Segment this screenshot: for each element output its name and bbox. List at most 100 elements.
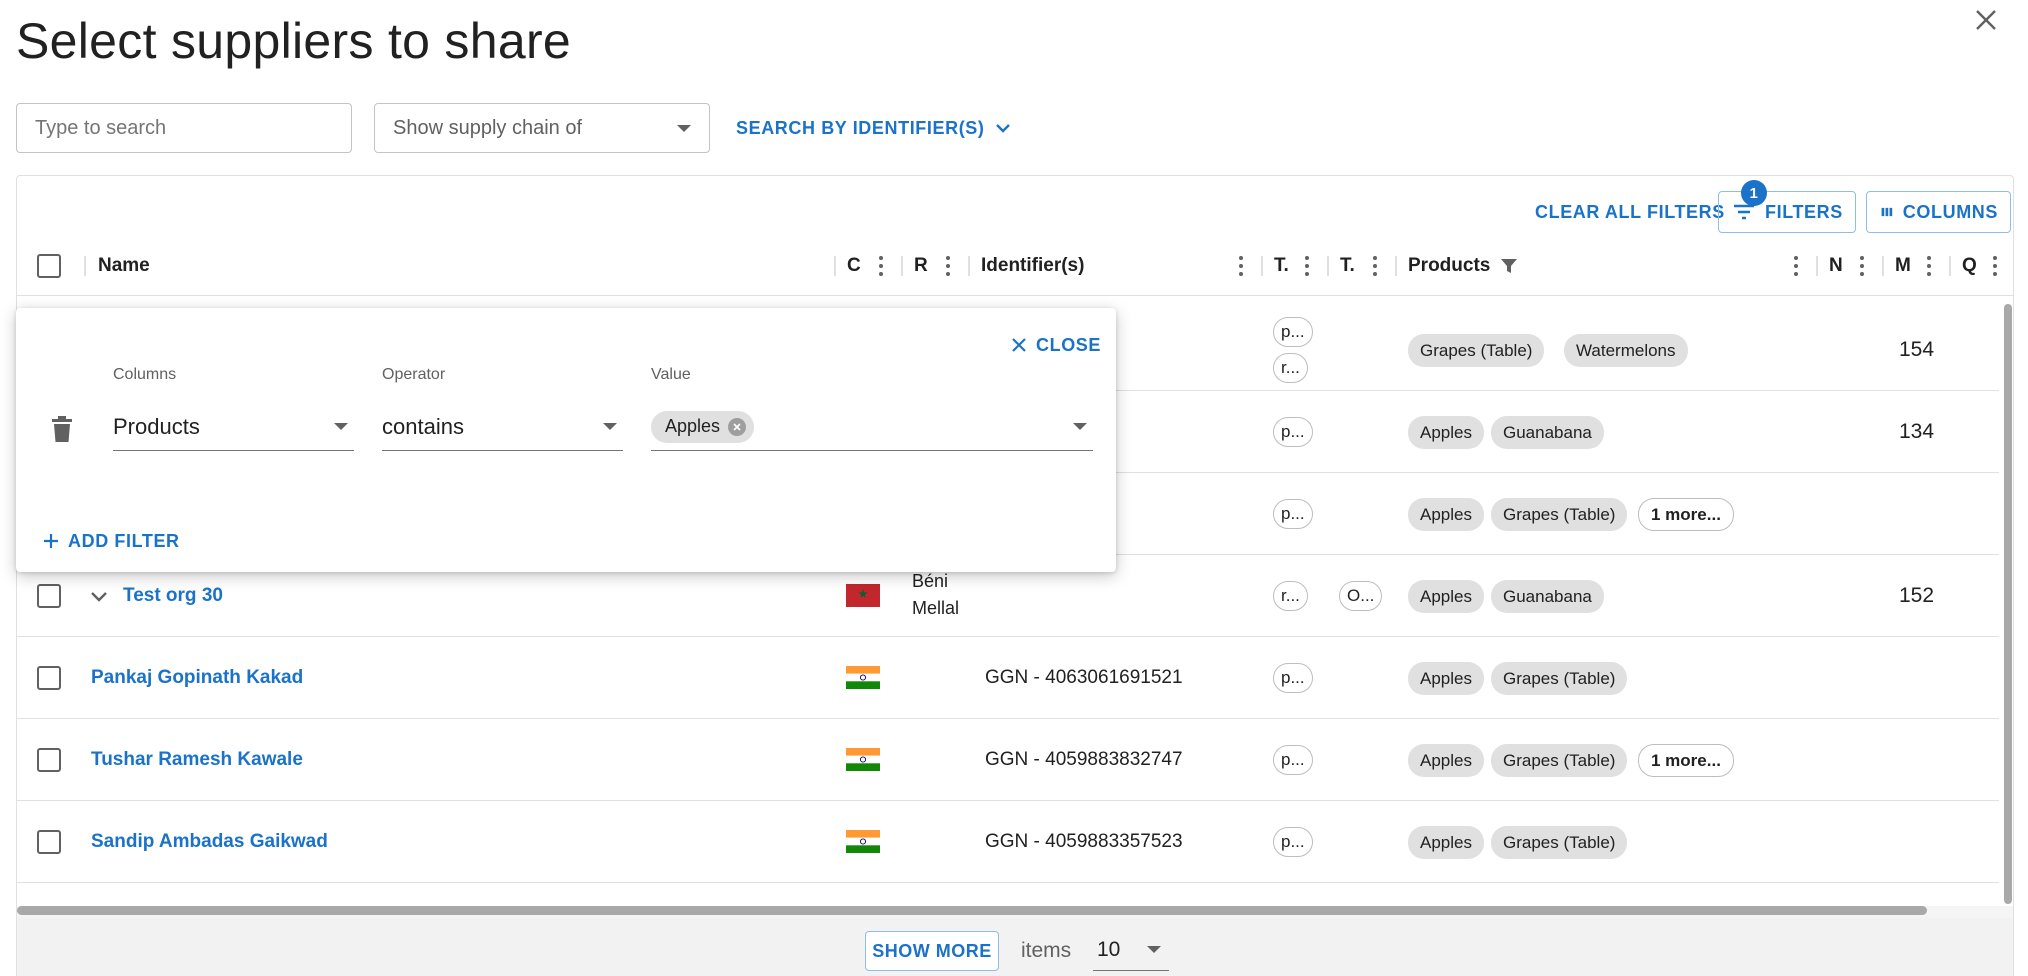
product-chip: Grapes (Table)	[1491, 744, 1628, 777]
delete-filter-icon[interactable]	[50, 416, 74, 442]
show-more-button[interactable]: SHOW MORE	[865, 931, 999, 971]
region-cell: Béni Mellal	[912, 571, 960, 618]
filter-column-select[interactable]: Products	[113, 403, 354, 451]
column-separator[interactable]	[84, 256, 86, 276]
select-all-checkbox[interactable]	[37, 254, 61, 278]
type-pill[interactable]: p...	[1273, 499, 1313, 529]
product-chip: Grapes (Table)	[1491, 826, 1628, 859]
search-by-identifier-button[interactable]: SEARCH BY IDENTIFIER(S)	[736, 103, 1011, 153]
column-separator[interactable]	[1882, 256, 1884, 276]
column-menu-icon[interactable]	[1302, 254, 1312, 278]
column-menu-icon[interactable]	[1236, 254, 1246, 278]
product-chip: Apples	[1408, 498, 1484, 531]
filter-column-value: Products	[113, 413, 200, 439]
column-menu-icon[interactable]	[1990, 254, 2000, 278]
table-row[interactable]: Tushar Ramesh Kawale GGN - 4059883832747…	[17, 719, 1999, 801]
items-per-page-label: items	[1021, 939, 1072, 962]
product-chip: Guanabana	[1491, 416, 1604, 449]
column-separator[interactable]	[1949, 256, 1951, 276]
filter-value-chip: Apples	[651, 410, 755, 443]
more-products-chip[interactable]: 1 more...	[1638, 498, 1734, 531]
product-chip: Apples	[1408, 826, 1484, 859]
type-pill[interactable]: p...	[1273, 745, 1313, 775]
type-pill[interactable]: r...	[1273, 353, 1308, 383]
type-pill[interactable]: p...	[1273, 827, 1313, 857]
view-column-icon	[1881, 207, 1893, 217]
columns-button[interactable]: COLUMNS	[1866, 191, 2011, 233]
column-header-t2[interactable]: T.	[1340, 236, 1355, 296]
column-menu-icon[interactable]	[1857, 254, 1867, 278]
product-chip: Apples	[1408, 580, 1484, 613]
filter-operator-select[interactable]: contains	[382, 403, 623, 451]
dropdown-arrow-icon	[603, 423, 617, 430]
clear-all-filters-button[interactable]: CLEAR ALL FILTERS	[1535, 191, 1725, 233]
m-value: 154	[1899, 338, 1935, 361]
column-header-name[interactable]: Name	[98, 236, 150, 296]
supplier-name-link[interactable]: Sandip Ambadas Gaikwad	[91, 801, 328, 883]
product-chip: Grapes (Table)	[1491, 662, 1628, 695]
column-header-q[interactable]: Q	[1962, 236, 1977, 296]
vertical-scrollbar[interactable]	[2004, 304, 2012, 904]
filter-panel-close-button[interactable]: CLOSE	[1012, 330, 1101, 360]
product-chip: Watermelons	[1564, 334, 1688, 367]
column-header-t1[interactable]: T.	[1274, 236, 1289, 296]
items-per-page-value: 10	[1097, 937, 1121, 961]
supplier-name-link[interactable]: Pankaj Gopinath Kakad	[91, 637, 303, 719]
table-row[interactable]: Pankaj Gopinath Kakad GGN - 406306169152…	[17, 637, 1999, 719]
column-separator[interactable]	[901, 256, 903, 276]
more-products-chip[interactable]: 1 more...	[1638, 744, 1734, 777]
column-separator[interactable]	[968, 256, 970, 276]
type-pill[interactable]: r...	[1273, 581, 1308, 611]
dropdown-arrow-icon	[677, 124, 691, 132]
column-menu-icon[interactable]	[943, 254, 953, 278]
type-pill[interactable]: O...	[1339, 581, 1383, 611]
filter-value-label: Value	[651, 366, 691, 383]
column-menu-icon[interactable]	[876, 254, 886, 278]
identifier-cell: GGN - 4059883832747	[985, 749, 1183, 770]
add-filter-button[interactable]: ADD FILTER	[44, 526, 180, 556]
column-separator[interactable]	[1327, 256, 1329, 276]
column-header-country[interactable]: C	[847, 236, 861, 296]
column-header-identifiers[interactable]: Identifier(s)	[981, 236, 1084, 296]
search-input[interactable]	[16, 103, 352, 153]
india-flag-icon	[846, 830, 880, 853]
type-pill[interactable]: p...	[1273, 663, 1313, 693]
product-chip: Apples	[1408, 416, 1484, 449]
remove-chip-icon[interactable]	[728, 417, 747, 436]
filter-count-badge: 1	[1741, 180, 1767, 206]
column-header-n[interactable]: N	[1829, 236, 1843, 296]
column-header-region[interactable]: R	[914, 236, 928, 296]
column-separator[interactable]	[1261, 256, 1263, 276]
row-checkbox[interactable]	[37, 748, 61, 772]
grid-footer	[17, 918, 2013, 976]
column-header-products-label: Products	[1408, 255, 1491, 276]
supply-chain-select[interactable]: Show supply chain of	[374, 103, 710, 153]
supplier-name-link[interactable]: Tushar Ramesh Kawale	[91, 719, 303, 801]
table-row[interactable]: Sandip Ambadas Gaikwad GGN - 40598833575…	[17, 801, 1999, 883]
close-icon	[1012, 338, 1026, 352]
row-checkbox[interactable]	[37, 666, 61, 690]
column-header-products[interactable]: Products	[1408, 236, 1518, 296]
column-menu-icon[interactable]	[1370, 254, 1380, 278]
identifier-cell: GGN - 4059883357523	[985, 831, 1183, 852]
add-filter-label: ADD FILTER	[68, 530, 180, 551]
column-separator[interactable]	[1816, 256, 1818, 276]
dropdown-arrow-icon	[334, 423, 348, 430]
filters-button[interactable]: 1 FILTERS	[1718, 180, 1856, 233]
filter-value-select[interactable]: Apples	[651, 403, 1093, 451]
close-dialog-button[interactable]	[1966, 0, 2006, 40]
dropdown-arrow-icon	[1147, 946, 1161, 953]
column-header-m[interactable]: M	[1895, 236, 1911, 296]
column-separator[interactable]	[834, 256, 836, 276]
row-checkbox[interactable]	[37, 830, 61, 854]
column-separator[interactable]	[1395, 256, 1397, 276]
horizontal-scrollbar[interactable]	[17, 906, 1927, 915]
expand-chevron-icon[interactable]	[90, 589, 108, 603]
row-checkbox[interactable]	[37, 584, 61, 608]
columns-label: COLUMNS	[1902, 201, 1998, 222]
type-pill[interactable]: p...	[1273, 417, 1313, 447]
type-pill[interactable]: p...	[1273, 317, 1313, 347]
column-menu-icon[interactable]	[1924, 254, 1934, 278]
column-menu-icon[interactable]	[1791, 254, 1801, 278]
items-per-page-select[interactable]: 10	[1093, 929, 1169, 971]
